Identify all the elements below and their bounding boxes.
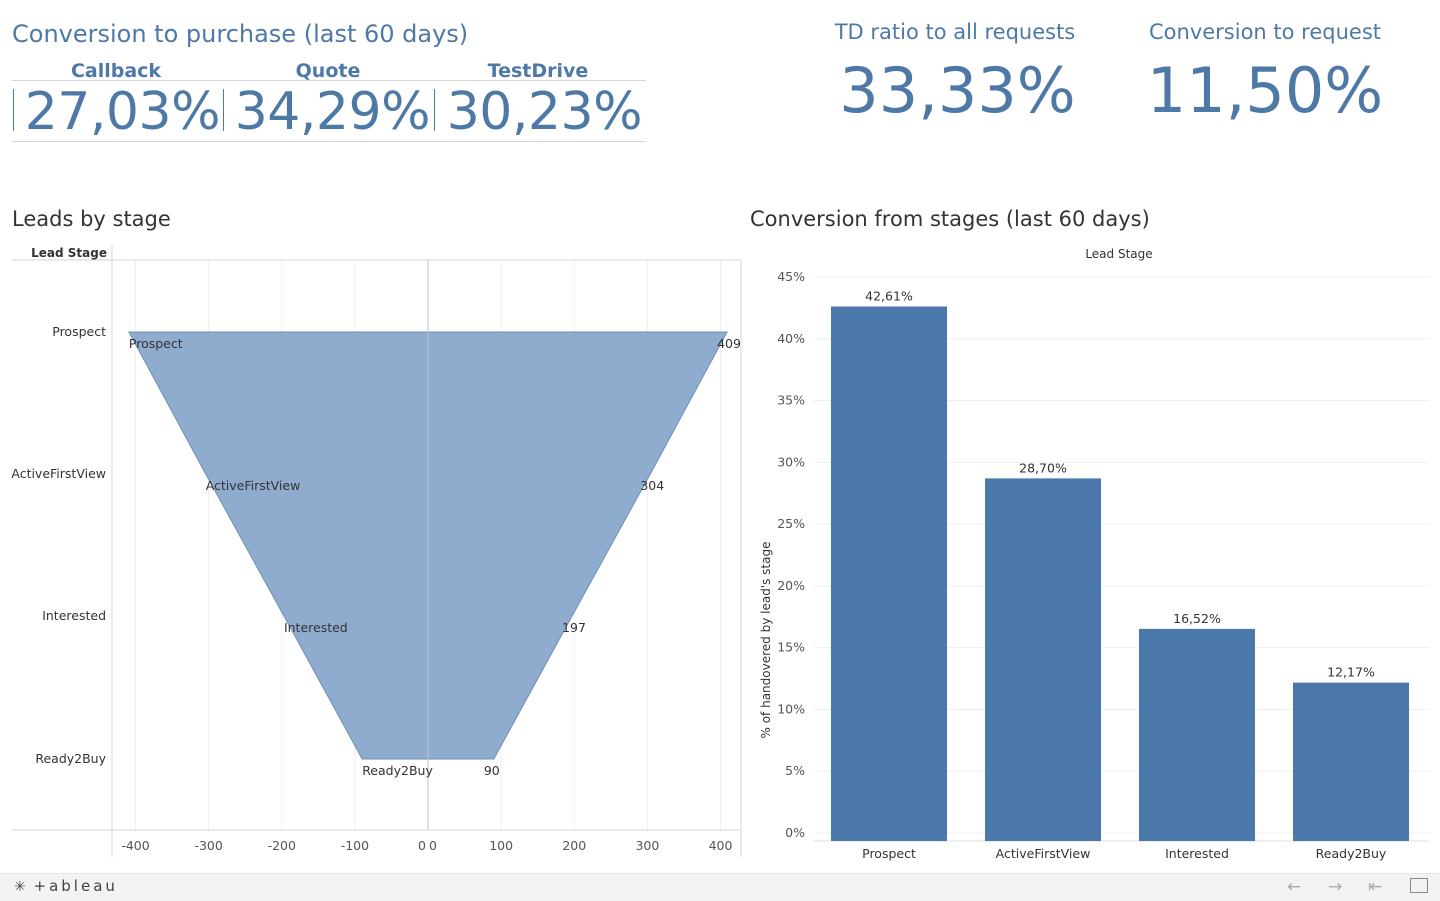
tableau-logo-icon: ✳	[14, 879, 26, 895]
leads-by-stage-title: Leads by stage	[12, 207, 171, 231]
bar-x-label: Interested	[1165, 846, 1229, 861]
funnel-x-tick: 100	[489, 838, 513, 853]
bar-y-tick: 30%	[777, 454, 805, 469]
bar-y-tick: 15%	[777, 640, 805, 655]
footer-bar: ✳ +ableau ← → ⇤	[0, 873, 1440, 901]
bar[interactable]	[1139, 628, 1255, 841]
bar-x-label: Prospect	[862, 846, 916, 861]
bar-y-tick: 20%	[777, 578, 805, 593]
bar-y-tick: 40%	[777, 331, 805, 346]
kpi-quote-value: 34,29%	[234, 82, 431, 142]
kpi-col-callback-label: Callback	[70, 60, 162, 82]
tableau-logo[interactable]: ✳ +ableau	[14, 877, 118, 895]
conv-request-title: Conversion to request	[1149, 20, 1381, 44]
bar-y-tick: 10%	[777, 701, 805, 716]
bar[interactable]	[831, 306, 947, 841]
funnel-x-tick: 400	[709, 838, 733, 853]
bar-x-label: Ready2Buy	[1316, 846, 1387, 861]
conversion-purchase-title: Conversion to purchase (last 60 days)	[12, 20, 469, 48]
funnel-chart: Lead Stage Prospect ActiveFirstView Intere…	[11, 245, 742, 857]
bar-x-label: ActiveFirstView	[996, 846, 1091, 861]
funnel-x-tick: 200	[562, 838, 586, 853]
bar[interactable]	[985, 478, 1101, 841]
bar-y-tick: 45%	[777, 269, 805, 284]
funnel-value-label: 197	[562, 620, 586, 635]
funnel-x-tick: -300	[194, 838, 222, 853]
bar-y-tick: 0%	[785, 825, 805, 840]
funnel-row-header: Lead Stage	[31, 246, 107, 260]
funnel-value-label: 90	[484, 763, 500, 778]
undo-icon[interactable]: ←	[1287, 877, 1301, 897]
bar-value-label: 42,61%	[865, 289, 913, 304]
kpi-divider	[223, 89, 224, 131]
kpi-callback-value: 27,03%	[24, 82, 221, 142]
funnel-row-label: Interested	[42, 608, 106, 623]
td-ratio-value: 33,33%	[839, 54, 1076, 127]
redo-icon[interactable]: →	[1328, 877, 1342, 897]
funnel-row-label: ActiveFirstView	[11, 466, 106, 481]
kpi-divider	[13, 89, 14, 131]
funnel-x-tick: 0	[429, 838, 437, 853]
funnel-stage-label: Ready2Buy	[362, 763, 433, 778]
funnel-x-tick: -200	[268, 838, 296, 853]
conversion-bar-chart: Lead Stage 0%5%10%15%20%25%30%35%40%45% …	[759, 247, 1429, 861]
funnel-row-label: Prospect	[52, 324, 106, 339]
funnel-stage-label: Interested	[284, 620, 348, 635]
kpi-testdrive-value: 30,23%	[446, 82, 643, 142]
bar-y-tick: 5%	[785, 763, 805, 778]
tableau-logo-text: +ableau	[33, 877, 118, 895]
conv-request-value: 11,50%	[1146, 54, 1384, 127]
kpi-col-testdrive-label: TestDrive	[487, 60, 589, 82]
funnel-x-tick: -400	[121, 838, 149, 853]
funnel-stage-label: ActiveFirstView	[206, 478, 301, 493]
funnel-x-tick: -100	[341, 838, 369, 853]
kpi-col-quote-label: Quote	[295, 60, 361, 82]
conversion-stages-title: Conversion from stages (last 60 days)	[750, 207, 1150, 231]
bar-y-tick: 35%	[777, 393, 805, 408]
bar-value-label: 28,70%	[1019, 460, 1067, 475]
bar-y-axis-title: % of handovered by lead's stage	[759, 542, 773, 739]
funnel-value-label: 409	[717, 336, 741, 351]
funnel-row-label: Ready2Buy	[35, 751, 106, 766]
kpi-divider	[434, 89, 435, 131]
fullscreen-icon[interactable]	[1410, 878, 1428, 893]
bar-y-tick: 25%	[777, 516, 805, 531]
funnel-value-label: 304	[640, 478, 664, 493]
bar-column-header: Lead Stage	[1085, 247, 1152, 261]
revert-icon[interactable]: ⇤	[1368, 877, 1382, 897]
bar-value-label: 16,52%	[1173, 611, 1221, 626]
bar[interactable]	[1293, 682, 1409, 841]
funnel-x-tick: 300	[635, 838, 659, 853]
td-ratio-title: TD ratio to all requests	[834, 20, 1076, 44]
funnel-stage-label: Prospect	[129, 336, 183, 351]
funnel-x-tick: 0	[418, 838, 426, 853]
bar-value-label: 12,17%	[1327, 665, 1375, 680]
